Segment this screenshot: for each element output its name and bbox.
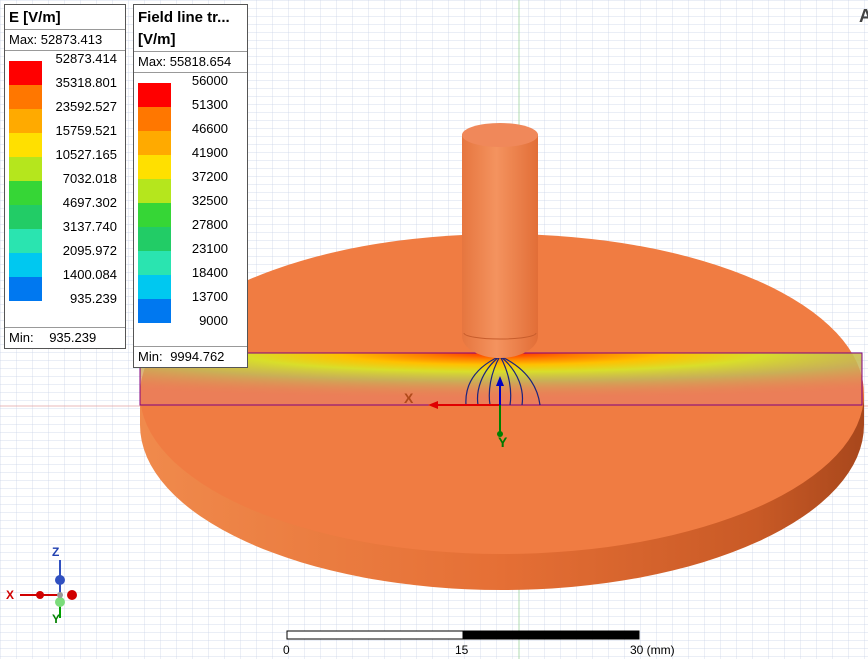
legend-e-max: Max: 52873.413 <box>5 29 125 51</box>
triad-x-label: X <box>6 588 15 602</box>
legend-e-value: 3137.740 <box>62 219 117 234</box>
legend-e-value: 23592.527 <box>55 99 117 114</box>
legend-field-value: 56000 <box>191 73 228 88</box>
legend-e-title: E [V/m] <box>9 9 61 26</box>
legend-e-scale: 52873.414 35318.801 23592.527 15759.521 1052… <box>5 51 125 306</box>
legend-e-swatch <box>9 253 42 277</box>
legend-e-swatch <box>9 205 42 229</box>
legend-field-min: Min: 9994.762 <box>134 346 247 367</box>
legend-e-swatch <box>9 61 42 85</box>
legend-field-value: 41900 <box>191 145 228 160</box>
scale-tick-30: 30 (mm) <box>630 643 675 657</box>
legend-field-value: 37200 <box>191 169 228 184</box>
origin-y-label: Y <box>498 434 508 450</box>
legend-field-title: Field line tr... <box>138 9 230 26</box>
triad-y-label: Y <box>52 612 61 626</box>
legend-e-value: 7032.018 <box>62 171 117 186</box>
legend-e-value: 4697.302 <box>62 195 117 210</box>
legend-field-value: 9000 <box>199 313 228 328</box>
legend-e-swatch <box>9 133 42 157</box>
probe-cylinder[interactable] <box>462 123 538 358</box>
scale-tick-15: 15 <box>455 643 469 657</box>
scale-bar <box>286 630 640 640</box>
orientation-triad[interactable] <box>0 540 90 630</box>
legend-e-field[interactable]: E [V/m] Max: 52873.413 52873.414 35318.80… <box>4 4 126 349</box>
legend-field-value: 46600 <box>191 121 228 136</box>
legend-field-value: 18400 <box>191 265 228 280</box>
legend-e-value: 1400.084 <box>62 267 117 282</box>
legend-e-min: Min: 935.239 <box>5 327 125 348</box>
legend-e-value: 935.239 <box>70 291 117 306</box>
legend-e-min-label: Min: <box>9 330 34 345</box>
legend-e-value: 52873.414 <box>55 51 117 66</box>
legend-e-swatch <box>9 277 42 301</box>
corner-letter: A <box>859 6 868 26</box>
legend-field-unit: [V/m] <box>138 31 176 48</box>
legend-e-min-value: 935.239 <box>49 330 97 345</box>
legend-field-value: 27800 <box>191 217 228 232</box>
legend-e-value: 2095.972 <box>62 243 117 258</box>
legend-field-value: 32500 <box>191 193 228 208</box>
legend-field-min-value: 9994.762 <box>170 349 225 364</box>
legend-e-value: 15759.521 <box>55 123 117 138</box>
legend-field-value: 23100 <box>191 241 228 256</box>
legend-field-value: 51300 <box>191 97 228 112</box>
legend-e-value: 35318.801 <box>55 75 117 90</box>
legend-e-value: 10527.165 <box>55 147 117 162</box>
legend-e-swatch <box>9 157 42 181</box>
legend-field-min-label: Min: <box>138 349 163 364</box>
legend-field-value: 13700 <box>191 289 228 304</box>
legend-field-scale: 56000 51300 46600 41900 37200 32500 27800 23100… <box>134 73 247 328</box>
3d-viewport[interactable] <box>0 0 868 659</box>
legend-field-max: Max: 55818.654 <box>134 51 247 73</box>
legend-e-swatch <box>9 85 42 109</box>
origin-x-label: X <box>404 390 414 406</box>
triad-z-label: Z <box>52 545 60 559</box>
legend-e-swatch <box>9 229 42 253</box>
legend-e-swatch <box>9 181 42 205</box>
scale-tick-0: 0 <box>283 643 290 657</box>
legend-e-swatch <box>9 109 42 133</box>
legend-field-lines[interactable]: Field line tr... [V/m] Max: 55818.654 56… <box>133 4 248 368</box>
